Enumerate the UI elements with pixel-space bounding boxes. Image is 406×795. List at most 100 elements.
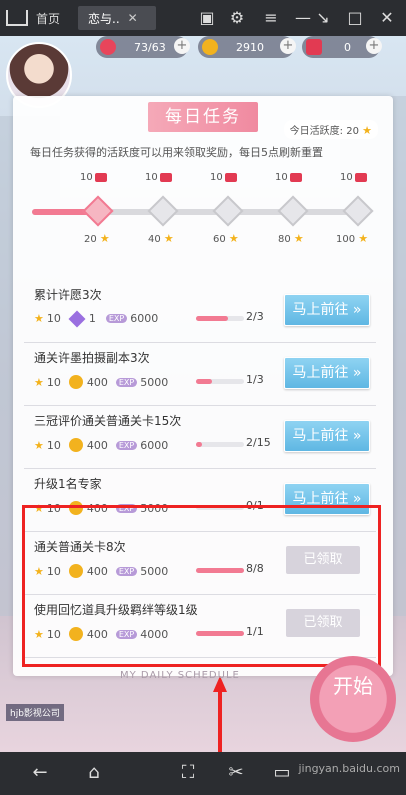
crystal-icon	[68, 310, 86, 327]
go-now-button[interactable]: 马上前往 »	[284, 294, 370, 326]
close-window-icon[interactable]: ✕	[376, 7, 398, 29]
milestone-threshold: 40 ★	[148, 232, 174, 245]
star-icon: ★	[163, 232, 174, 245]
star-icon: ★	[228, 232, 239, 245]
close-tab-icon[interactable]: ✕	[128, 11, 138, 25]
coins-counter: 2910 +	[198, 36, 296, 58]
task-extra: 1	[88, 312, 96, 325]
start-button[interactable]: 开始	[310, 656, 396, 742]
milestone-reward: 10	[145, 172, 172, 183]
milestone-threshold: 100 ★	[336, 232, 368, 245]
milestone-reward: 10	[275, 172, 302, 183]
home-icon	[6, 10, 28, 26]
coin-icon	[68, 438, 83, 452]
milestone-threshold: 80 ★	[278, 232, 304, 245]
task-name: 通关许墨拍摄副本3次	[34, 351, 150, 365]
star-icon: ★	[34, 375, 44, 389]
activity-label: 今日活跃度: 20 ★	[283, 120, 378, 139]
window-icon[interactable]: □	[344, 7, 366, 29]
threshold-value: 40	[148, 234, 161, 245]
milestone-reward: 10	[80, 172, 107, 183]
star-icon: ★	[34, 312, 44, 325]
task-coins: 400	[86, 438, 108, 452]
task-name: 升级1名专家	[34, 477, 102, 491]
gem-icon	[289, 172, 302, 182]
threshold-value: 60	[213, 234, 226, 245]
coins-value: 2910	[236, 40, 264, 54]
emulator-top-bar: 首页 恋与.. ✕ ▣ ⚙ ≡ — ↘ □ ✕	[0, 0, 406, 36]
gem-icon	[306, 39, 322, 55]
panel-title: 每日任务	[148, 102, 258, 132]
task-name: 三冠评价通关普通关卡15次	[34, 414, 182, 428]
gem-icon	[354, 172, 367, 182]
back-icon[interactable]: ←	[28, 762, 52, 784]
milestone-threshold: 20 ★	[84, 232, 110, 245]
exp-icon: EXP	[115, 440, 138, 450]
task-progress-bar	[196, 442, 244, 447]
task-row: 通关许墨拍摄副本3次 ★ 10 400 EXP 5000 1/3 马上前往 »	[24, 345, 376, 406]
screenshot-icon[interactable]: ⛶	[176, 762, 200, 784]
gem-icon	[94, 172, 107, 182]
tab-home-label: 首页	[36, 11, 61, 26]
threshold-value: 80	[278, 234, 291, 245]
folder-icon[interactable]: ▭	[270, 762, 294, 784]
star-icon: ★	[34, 438, 44, 452]
watermark: jingyan.baidu.com	[298, 762, 400, 775]
tab-home[interactable]: 首页	[6, 6, 68, 30]
add-hearts-button[interactable]: +	[174, 38, 190, 54]
go-now-button[interactable]: 马上前往 »	[284, 420, 370, 452]
task-row: 三冠评价通关普通关卡15次 ★ 10 400 EXP 6000 2/15 马上前…	[24, 408, 376, 469]
exp-icon: EXP	[105, 314, 128, 323]
red-arrow-icon	[213, 676, 227, 752]
tv-icon[interactable]: ▣	[196, 7, 218, 29]
user-settings-icon[interactable]: ⚙	[226, 7, 248, 29]
threshold-value: 20	[84, 234, 97, 245]
task-exp: 6000	[140, 438, 169, 452]
reward-value: 10	[340, 172, 353, 183]
menu-icon[interactable]: ≡	[260, 7, 282, 29]
game-screen: 73/63 + 2910 + 0 + 每日任务 今日活跃度: 20 ★ 每日任务…	[0, 36, 406, 752]
tab-game-label: 恋与..	[88, 11, 120, 26]
go-now-label: 马上前往	[292, 365, 349, 381]
task-name: 累计许愿3次	[34, 288, 102, 302]
collapse-icon[interactable]: ↘	[312, 7, 334, 29]
activity-progress-track	[32, 209, 362, 215]
hearts-value: 73/63	[134, 40, 166, 54]
gem-icon	[159, 172, 172, 182]
task-progress-fill	[196, 316, 229, 321]
tab-game[interactable]: 恋与.. ✕	[78, 6, 156, 30]
activity-value: 今日活跃度: 20	[289, 126, 359, 137]
home-icon[interactable]: ⌂	[82, 762, 106, 784]
go-now-button[interactable]: 马上前往 »	[284, 357, 370, 389]
star-icon: ★	[293, 232, 304, 245]
task-progress-fill	[196, 379, 212, 384]
reward-value: 10	[275, 172, 288, 183]
star-icon: ★	[362, 124, 372, 137]
task-progress-fill	[196, 442, 203, 447]
minimize-icon[interactable]: —	[292, 7, 314, 29]
star-icon: ★	[358, 232, 369, 245]
task-progress-bar	[196, 316, 244, 321]
task-rewards: ★ 10 400 EXP 6000	[34, 438, 168, 452]
cut-icon[interactable]: ✂	[224, 762, 248, 784]
task-rewards: ★ 10 400 EXP 5000	[34, 375, 168, 389]
studio-label[interactable]: hjb影视公司	[6, 704, 64, 721]
reward-value: 10	[145, 172, 158, 183]
reward-value: 10	[210, 172, 223, 183]
highlight-box	[22, 505, 381, 667]
task-progress-text: 1/3	[246, 373, 264, 386]
gems-value: 0	[344, 40, 351, 54]
task-row: 累计许愿3次 ★ 10 1 EXP 6000 2/3 马上前往 »	[24, 282, 376, 343]
reward-value: 10	[80, 172, 93, 183]
add-gems-button[interactable]: +	[366, 38, 382, 54]
milestone-reward: 10	[210, 172, 237, 183]
task-stars: 10	[46, 438, 61, 452]
task-stars: 10	[46, 375, 61, 389]
add-coins-button[interactable]: +	[280, 38, 296, 54]
threshold-value: 100	[336, 234, 356, 245]
hearts-counter: 73/63 +	[96, 36, 190, 58]
gems-counter: 0 +	[302, 36, 382, 58]
milestone-threshold: 60 ★	[213, 232, 239, 245]
task-coins: 400	[86, 375, 108, 389]
gem-icon	[224, 172, 237, 182]
